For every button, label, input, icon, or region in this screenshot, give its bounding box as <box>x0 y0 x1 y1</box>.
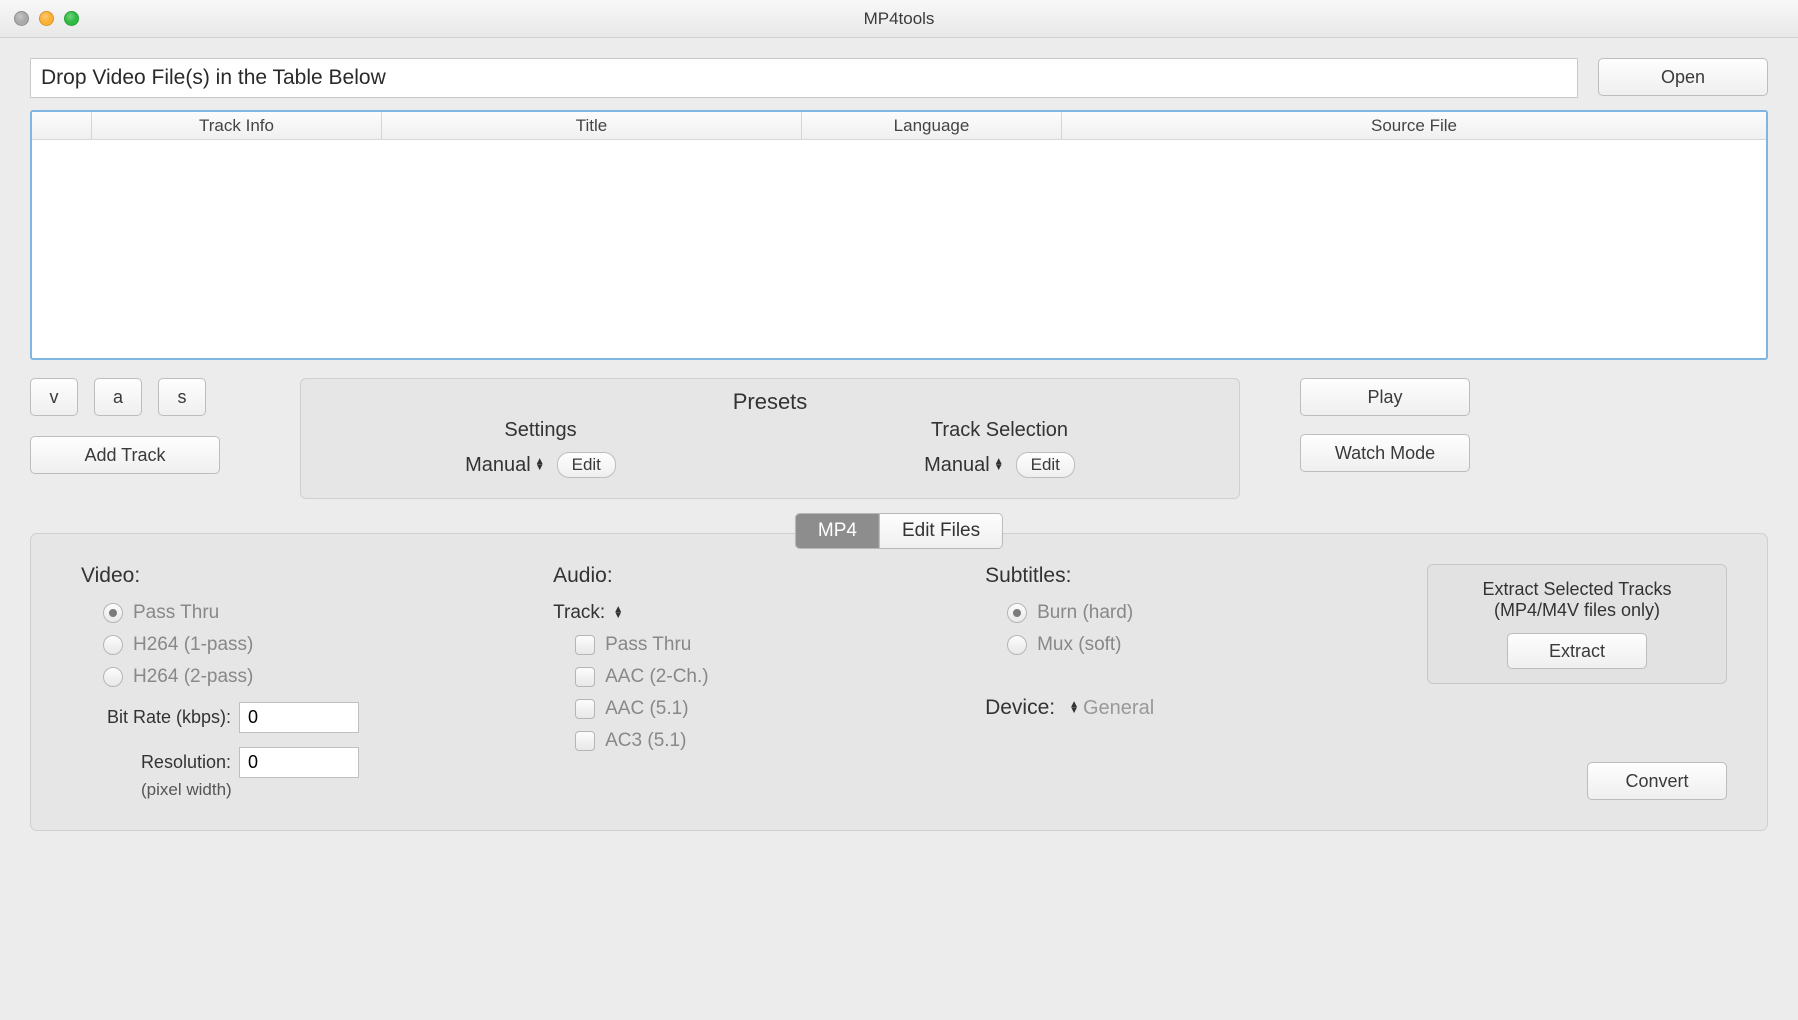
video-h264-2pass-option[interactable]: H264 (2-pass) <box>103 666 523 688</box>
radio-icon <box>103 667 123 687</box>
convert-button[interactable]: Convert <box>1587 762 1727 800</box>
extract-line1: Extract Selected Tracks <box>1446 579 1708 600</box>
extract-box: Extract Selected Tracks (MP4/M4V files o… <box>1427 564 1727 684</box>
tabs-bar: MP4 Edit Files <box>795 513 1003 549</box>
subtitles-burn-label: Burn (hard) <box>1037 602 1133 624</box>
audio-aac-51-option[interactable]: AAC (5.1) <box>575 698 955 720</box>
audio-filter-button[interactable]: a <box>94 378 142 416</box>
table-header-selector[interactable] <box>32 112 92 139</box>
track-selection-label: Track Selection <box>931 419 1068 442</box>
right-button-group: Play Watch Mode <box>1270 378 1470 472</box>
audio-aac-2ch-label: AAC (2-Ch.) <box>605 666 708 688</box>
table-header-language[interactable]: Language <box>802 112 1062 139</box>
video-section: Video: Pass Thru H264 (1-pass) H264 (2-p… <box>81 564 523 800</box>
radio-icon <box>103 635 123 655</box>
subtitle-filter-button[interactable]: s <box>158 378 206 416</box>
tab-edit-files[interactable]: Edit Files <box>879 514 1002 548</box>
updown-icon: ▲▼ <box>535 459 545 471</box>
audio-pass-thru-label: Pass Thru <box>605 634 691 656</box>
resolution-label: Resolution: <box>81 752 231 773</box>
table-header-source-file[interactable]: Source File <box>1062 112 1766 139</box>
bitrate-label: Bit Rate (kbps): <box>81 707 231 728</box>
track-selection-select[interactable]: Manual ▲▼ <box>924 454 1004 477</box>
right-panel-column: Extract Selected Tracks (MP4/M4V files o… <box>1417 564 1727 800</box>
close-window-icon[interactable] <box>14 11 29 26</box>
checkbox-icon <box>575 667 595 687</box>
track-selection-edit-button[interactable]: Edit <box>1016 452 1075 478</box>
bitrate-input[interactable] <box>239 702 359 733</box>
presets-panel: Presets Settings Manual ▲▼ Edit Track Se… <box>300 378 1240 499</box>
track-selection-value: Manual <box>924 454 990 477</box>
open-button[interactable]: Open <box>1598 58 1768 96</box>
radio-icon <box>1007 635 1027 655</box>
video-pass-thru-option[interactable]: Pass Thru <box>103 602 523 624</box>
zoom-window-icon[interactable] <box>64 11 79 26</box>
updown-icon: ▲▼ <box>613 607 623 619</box>
audio-pass-thru-option[interactable]: Pass Thru <box>575 634 955 656</box>
tab-mp4[interactable]: MP4 <box>796 514 879 548</box>
track-table-header: Track Info Title Language Source File <box>32 112 1766 140</box>
mp4-panel: Video: Pass Thru H264 (1-pass) H264 (2-p… <box>30 533 1768 831</box>
audio-ac3-51-label: AC3 (5.1) <box>605 730 686 752</box>
track-selection-column: Track Selection Manual ▲▼ Edit <box>924 419 1075 478</box>
add-track-button[interactable]: Add Track <box>30 436 220 474</box>
subtitles-heading: Subtitles: <box>985 564 1387 588</box>
device-select[interactable]: ▲▼ General <box>1069 697 1154 720</box>
settings-column: Settings Manual ▲▼ Edit <box>465 419 616 478</box>
settings-label: Settings <box>504 419 576 442</box>
left-button-group: v a s Add Track <box>30 378 270 474</box>
video-h264-1pass-option[interactable]: H264 (1-pass) <box>103 634 523 656</box>
settings-select-value: Manual <box>465 454 531 477</box>
play-button[interactable]: Play <box>1300 378 1470 416</box>
resolution-hint: (pixel width) <box>141 780 523 800</box>
table-header-track-info[interactable]: Track Info <box>92 112 382 139</box>
radio-icon <box>103 603 123 623</box>
video-filter-button[interactable]: v <box>30 378 78 416</box>
window-title: MP4tools <box>864 9 935 29</box>
subtitles-mux-option[interactable]: Mux (soft) <box>1007 634 1387 656</box>
audio-aac-2ch-option[interactable]: AAC (2-Ch.) <box>575 666 955 688</box>
settings-edit-button[interactable]: Edit <box>557 452 616 478</box>
titlebar: MP4tools <box>0 0 1798 38</box>
resolution-input[interactable] <box>239 747 359 778</box>
subtitles-burn-option[interactable]: Burn (hard) <box>1007 602 1387 624</box>
audio-heading: Audio: <box>553 564 955 588</box>
video-h264-2pass-label: H264 (2-pass) <box>133 666 253 688</box>
radio-icon <box>1007 603 1027 623</box>
video-pass-thru-label: Pass Thru <box>133 602 219 624</box>
subtitles-mux-label: Mux (soft) <box>1037 634 1121 656</box>
audio-ac3-51-option[interactable]: AC3 (5.1) <box>575 730 955 752</box>
checkbox-icon <box>575 635 595 655</box>
updown-icon: ▲▼ <box>1069 702 1079 714</box>
table-header-title[interactable]: Title <box>382 112 802 139</box>
minimize-window-icon[interactable] <box>39 11 54 26</box>
presets-title: Presets <box>331 389 1209 415</box>
extract-line2: (MP4/M4V files only) <box>1446 600 1708 621</box>
drop-file-field[interactable]: Drop Video File(s) in the Table Below <box>30 58 1578 98</box>
audio-track-label: Track: <box>553 602 605 624</box>
watch-mode-button[interactable]: Watch Mode <box>1300 434 1470 472</box>
track-table[interactable]: Track Info Title Language Source File <box>30 110 1768 360</box>
checkbox-icon <box>575 699 595 719</box>
extract-button[interactable]: Extract <box>1507 633 1647 669</box>
subtitles-section: Subtitles: Burn (hard) Mux (soft) Device… <box>985 564 1387 800</box>
traffic-lights <box>14 11 79 26</box>
audio-aac-51-label: AAC (5.1) <box>605 698 688 720</box>
updown-icon: ▲▼ <box>994 459 1004 471</box>
device-label: Device: <box>985 696 1055 720</box>
window-body: Drop Video File(s) in the Table Below Op… <box>0 38 1798 851</box>
audio-track-select[interactable]: ▲▼ <box>613 607 623 619</box>
device-value: General <box>1083 697 1154 720</box>
audio-section: Audio: Track: ▲▼ Pass Thru AAC (2-Ch.) <box>553 564 955 800</box>
checkbox-icon <box>575 731 595 751</box>
video-h264-1pass-label: H264 (1-pass) <box>133 634 253 656</box>
settings-select[interactable]: Manual ▲▼ <box>465 454 545 477</box>
drop-file-placeholder: Drop Video File(s) in the Table Below <box>41 66 386 90</box>
video-heading: Video: <box>81 564 523 588</box>
